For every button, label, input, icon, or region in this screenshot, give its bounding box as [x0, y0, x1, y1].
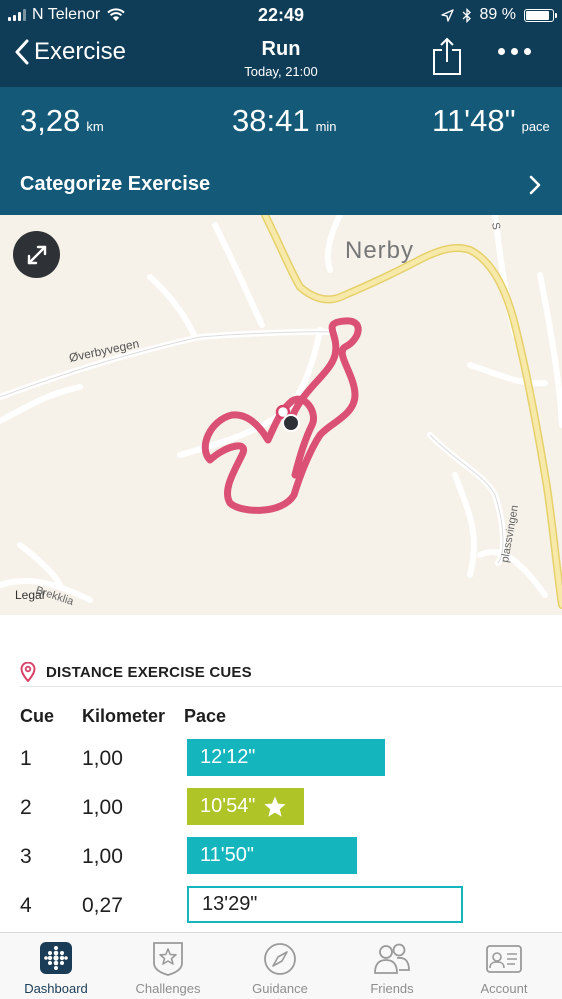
- column-header-kilometer: Kilometer: [82, 706, 166, 726]
- challenges-star-icon: [153, 942, 183, 976]
- cue-number: 1: [20, 747, 32, 770]
- tab-label-guidance: Guidance: [252, 981, 308, 996]
- star-icon: [264, 796, 287, 817]
- wifi-icon: [107, 8, 125, 21]
- location-arrow-icon: [440, 8, 454, 22]
- place-label-nerby: Nerby: [345, 237, 415, 264]
- back-label: Exercise: [34, 38, 127, 65]
- pace-value: 11'50": [200, 844, 254, 866]
- battery-icon: [524, 8, 557, 22]
- cue-number: 4: [20, 894, 32, 917]
- column-header-cue: Cue: [20, 706, 55, 726]
- friends-icon: [374, 943, 410, 974]
- share-button[interactable]: [430, 36, 464, 76]
- categorize-exercise-label: Categorize Exercise: [20, 173, 211, 195]
- pace-value: 10'54": [200, 795, 256, 817]
- account-card-icon: [486, 945, 522, 973]
- pace-unit: pace: [521, 119, 550, 134]
- battery-percentage: 89 %: [479, 6, 516, 23]
- cellular-signal-icon: [8, 9, 26, 21]
- cues-section-header: DISTANCE EXERCISE CUES: [20, 662, 252, 682]
- cue-kilometer: 0,27: [82, 894, 123, 917]
- tab-challenges[interactable]: Challenges: [112, 933, 224, 999]
- duration-unit: min: [315, 119, 337, 134]
- distance-value: 3,28: [20, 103, 81, 138]
- cue-row: 4 0,27 13'29": [0, 886, 562, 926]
- tab-label-dashboard: Dashboard: [24, 981, 88, 996]
- tab-guidance[interactable]: Guidance: [224, 933, 336, 999]
- dot-icon: [524, 48, 531, 55]
- cue-kilometer: 1,00: [82, 845, 123, 868]
- map-roads: Øverbyvegen plassvingen Brekklia S: [0, 215, 562, 609]
- cue-row: 2 1,00 10'54": [0, 788, 562, 828]
- duration-stat: 38:41 min: [232, 103, 337, 139]
- tab-account[interactable]: Account: [448, 933, 560, 999]
- section-divider: [20, 686, 562, 687]
- cues-section-title: DISTANCE EXERCISE CUES: [46, 663, 252, 681]
- pace-value: 13'29": [202, 893, 258, 915]
- share-icon: [433, 37, 461, 75]
- legal-link[interactable]: Legal: [15, 588, 44, 602]
- pace-value: 12'12": [200, 746, 256, 768]
- cue-number: 3: [20, 845, 32, 868]
- cue-row: 1 1,00 12'12": [0, 739, 562, 779]
- column-header-pace: Pace: [184, 706, 227, 726]
- exercise-stats-panel: 3,28 km 38:41 min 11'48" pace Categorize…: [0, 87, 562, 215]
- distance-unit: km: [86, 119, 104, 134]
- dashboard-icon: [40, 942, 72, 974]
- pace-value: 11'48": [432, 103, 516, 138]
- dot-icon: [511, 48, 518, 55]
- duration-value: 38:41: [232, 103, 310, 138]
- chevron-right-icon: [529, 175, 541, 195]
- battery-level: [526, 10, 550, 20]
- status-right: 89 %: [440, 6, 557, 24]
- cue-kilometer: 1,00: [82, 796, 123, 819]
- carrier-name: N Telenor: [32, 6, 101, 23]
- compass-icon: [264, 943, 296, 975]
- cue-number: 2: [20, 796, 32, 819]
- exercise-detail-screen: N Telenor 22:49 89 % Exercise Run Today,…: [0, 0, 562, 999]
- route-map[interactable]: Øverbyvegen plassvingen Brekklia S Nerby…: [0, 215, 562, 615]
- dot-icon: [498, 48, 505, 55]
- pace-bar-best: 10'54": [187, 788, 304, 825]
- tab-bar: Dashboard Challenges Guidance Friends Ac…: [0, 932, 562, 999]
- pace-bar: 11'50": [187, 837, 357, 874]
- distance-stat: 3,28 km: [20, 103, 104, 139]
- tab-label-account: Account: [480, 981, 528, 996]
- page-subtitle: Today, 21:00: [244, 64, 318, 79]
- bluetooth-icon: [462, 7, 471, 23]
- tab-dashboard[interactable]: Dashboard: [0, 933, 112, 999]
- road-label-s: S: [489, 221, 502, 230]
- categorize-exercise-row[interactable]: Categorize Exercise: [0, 155, 562, 215]
- cue-row: 3 1,00 11'50": [0, 837, 562, 877]
- status-bar: N Telenor 22:49 89 %: [0, 0, 562, 30]
- tab-friends[interactable]: Friends: [336, 933, 448, 999]
- top-navigation-bar: N Telenor 22:49 89 % Exercise Run Today,…: [0, 0, 562, 87]
- more-options-button[interactable]: [498, 48, 531, 55]
- tab-label-friends: Friends: [370, 981, 414, 996]
- location-pin-icon: [20, 662, 36, 682]
- expand-arrows-icon: [27, 245, 46, 264]
- status-left: N Telenor: [8, 6, 126, 24]
- cue-kilometer: 1,00: [82, 747, 123, 770]
- pace-bar: 13'29": [187, 886, 463, 923]
- tab-label-challenges: Challenges: [135, 981, 201, 996]
- pace-stat: 11'48" pace: [432, 103, 550, 139]
- expand-map-button[interactable]: [13, 231, 60, 278]
- chevron-left-icon: [15, 39, 29, 65]
- back-button[interactable]: Exercise: [14, 38, 126, 66]
- pace-bar: 12'12": [187, 739, 385, 776]
